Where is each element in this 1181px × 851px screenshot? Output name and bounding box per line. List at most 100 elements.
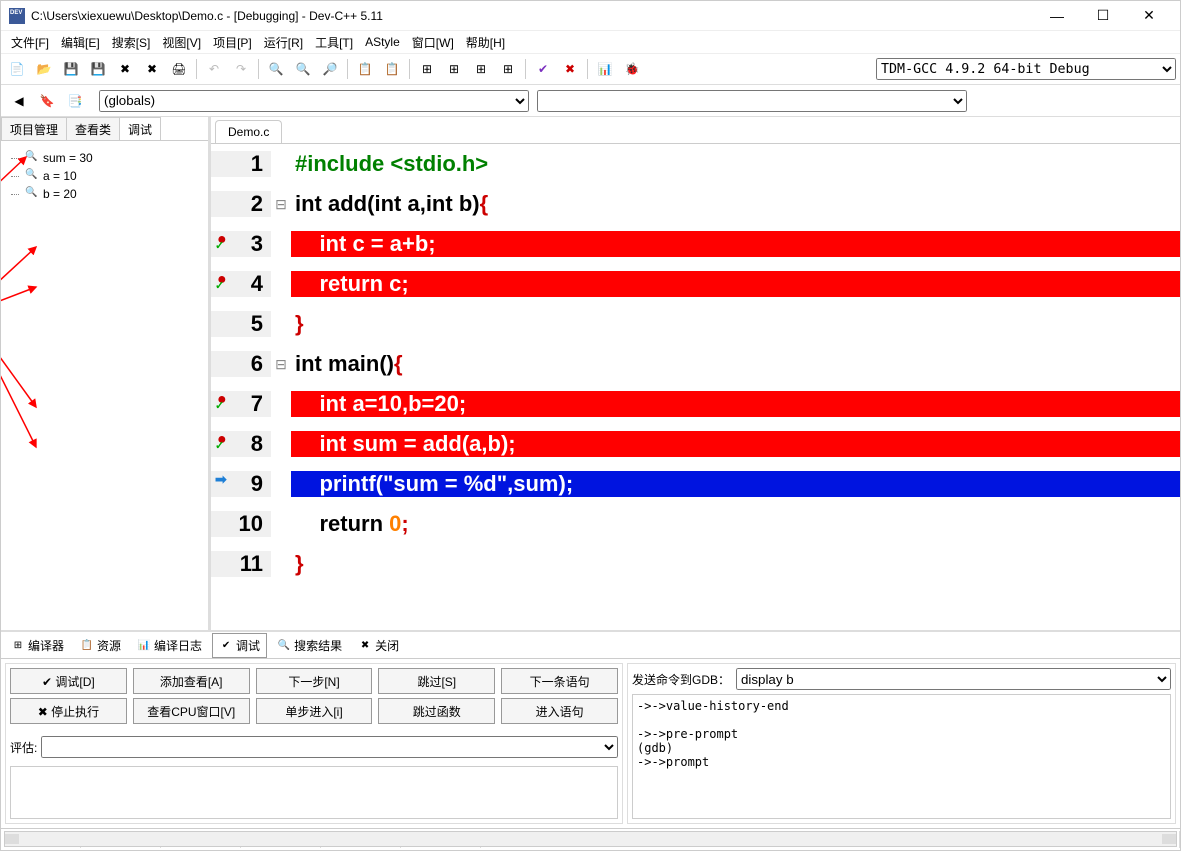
close-all-icon[interactable]: ✖: [140, 57, 164, 81]
code-line[interactable]: 2⊟int add(int a,int b){: [211, 184, 1180, 224]
editor-panel: Demo.c 1#include <stdio.h>2⊟int add(int …: [211, 117, 1180, 630]
new-file-icon[interactable]: 📄: [5, 57, 29, 81]
run-icon[interactable]: ⊞: [442, 57, 466, 81]
debug-button[interactable]: ✔ 调试[D]: [10, 668, 127, 694]
globals-select[interactable]: (globals): [99, 90, 529, 112]
debug-button[interactable]: 跳过[S]: [378, 668, 495, 694]
bottom-tab[interactable]: ✔ 调试: [212, 633, 267, 658]
menu-item[interactable]: 工具[T]: [309, 32, 359, 53]
debug-button[interactable]: 添加查看[A]: [133, 668, 250, 694]
main-area: 项目管理查看类调试 sum = 30a = 10b = 20 监控的所有变量 断…: [1, 117, 1180, 630]
goto2-icon[interactable]: 📋: [380, 57, 404, 81]
eval-output: [10, 766, 618, 819]
code-line[interactable]: 11}: [211, 544, 1180, 584]
debug-panel: ✔ 调试[D]添加查看[A]下一步[N]跳过[S]下一条语句 ✖ 停止执行查看C…: [1, 658, 1180, 828]
eval-label: 评估:: [10, 739, 37, 756]
menu-item[interactable]: 文件[F]: [5, 32, 55, 53]
debug-button[interactable]: 下一步[N]: [256, 668, 373, 694]
find-files-icon[interactable]: 🔎: [318, 57, 342, 81]
goto-icon[interactable]: 📋: [353, 57, 377, 81]
left-tab[interactable]: 调试: [119, 117, 161, 140]
code-line[interactable]: 5}: [211, 304, 1180, 344]
menu-item[interactable]: 项目[P]: [207, 32, 258, 53]
bottom-tab[interactable]: ⊞ 编译器: [5, 634, 70, 657]
left-tab[interactable]: 查看类: [66, 117, 120, 140]
bottom-tabs: ⊞ 编译器📋 资源📊 编译日志✔ 调试🔍 搜索结果✖ 关闭: [1, 630, 1180, 658]
menu-item[interactable]: 窗口[W]: [406, 32, 460, 53]
debug-controls: ✔ 调试[D]添加查看[A]下一步[N]跳过[S]下一条语句 ✖ 停止执行查看C…: [5, 663, 623, 824]
minimize-button[interactable]: —: [1034, 2, 1080, 30]
debug-button[interactable]: 查看CPU窗口[V]: [133, 698, 250, 724]
bottom-tab[interactable]: 🔍 搜索结果: [271, 634, 348, 657]
code-line[interactable]: 10 return 0;: [211, 504, 1180, 544]
open-icon[interactable]: 📂: [32, 57, 56, 81]
find-icon[interactable]: 🔍: [264, 57, 288, 81]
magnify-icon: [25, 151, 39, 165]
compile-run-icon[interactable]: ⊞: [469, 57, 493, 81]
magnify-icon: [25, 169, 39, 183]
code-line[interactable]: 4 return c;: [211, 264, 1180, 304]
debug-button[interactable]: 进入语句: [501, 698, 618, 724]
watch-item[interactable]: sum = 30: [5, 149, 204, 167]
left-tab[interactable]: 项目管理: [1, 117, 67, 140]
code-line[interactable]: 3 int c = a+b;: [211, 224, 1180, 264]
replace-icon[interactable]: 🔍: [291, 57, 315, 81]
stop-icon[interactable]: ✖: [558, 57, 582, 81]
maximize-button[interactable]: ☐: [1080, 2, 1126, 30]
profile-icon[interactable]: 📊: [593, 57, 617, 81]
menubar: 文件[F]编辑[E]搜索[S]视图[V]项目[P]运行[R]工具[T]AStyl…: [1, 31, 1180, 53]
code-line[interactable]: 9 printf("sum = %d",sum);: [211, 464, 1180, 504]
gdb-output: ->->value-history-end ->->pre-prompt (gd…: [632, 694, 1171, 819]
undo-icon[interactable]: ↶: [202, 57, 226, 81]
save-icon[interactable]: 💾: [59, 57, 83, 81]
debug-button[interactable]: 下一条语句: [501, 668, 618, 694]
save-all-icon[interactable]: 💾: [86, 57, 110, 81]
watch-item[interactable]: b = 20: [5, 185, 204, 203]
debug-button[interactable]: 跳过函数: [378, 698, 495, 724]
menu-item[interactable]: 编辑[E]: [55, 32, 106, 53]
code-line[interactable]: 8 int sum = add(a,b);: [211, 424, 1180, 464]
menu-item[interactable]: 帮助[H]: [460, 32, 511, 53]
debug-button[interactable]: ✖ 停止执行: [10, 698, 127, 724]
secondary-toolbar: ◀ 🔖 📑 (globals): [1, 85, 1180, 117]
back-icon[interactable]: ◀: [7, 89, 31, 113]
debug-button[interactable]: 单步进入[i]: [256, 698, 373, 724]
debug-icon[interactable]: ✔: [531, 57, 555, 81]
code-line[interactable]: 6⊟int main(){: [211, 344, 1180, 384]
compiler-select[interactable]: TDM-GCC 4.9.2 64-bit Debug: [876, 58, 1176, 80]
close-button[interactable]: ✕: [1126, 2, 1172, 30]
gdb-label: 发送命令到GDB：: [632, 671, 730, 688]
rebuild-icon[interactable]: ⊞: [496, 57, 520, 81]
goto-line-icon[interactable]: 📑: [63, 89, 87, 113]
app-icon: [9, 8, 25, 24]
bottom-tab[interactable]: 📋 资源: [74, 634, 127, 657]
code-line[interactable]: 1#include <stdio.h>: [211, 144, 1180, 184]
bottom-tab[interactable]: ✖ 关闭: [352, 634, 405, 657]
menu-item[interactable]: 视图[V]: [156, 32, 207, 53]
bookmark-icon[interactable]: 🔖: [35, 89, 59, 113]
menu-item[interactable]: 搜索[S]: [106, 32, 157, 53]
gdb-command-input[interactable]: display b: [736, 668, 1171, 690]
magnify-icon: [25, 187, 39, 201]
left-tabs: 项目管理查看类调试: [1, 117, 208, 141]
bottom-tab[interactable]: 📊 编译日志: [131, 634, 208, 657]
window-title: C:\Users\xiexuewu\Desktop\Demo.c - [Debu…: [31, 9, 1034, 23]
close-file-icon[interactable]: ✖: [113, 57, 137, 81]
file-tabs: Demo.c: [211, 117, 1180, 143]
eval-input[interactable]: [41, 736, 618, 758]
main-toolbar: 📄 📂 💾 💾 ✖ ✖ 🖨 ↶ ↷ 🔍 🔍 🔎 📋 📋 ⊞ ⊞ ⊞ ⊞ ✔ ✖ …: [1, 53, 1180, 85]
code-editor[interactable]: 1#include <stdio.h>2⊟int add(int a,int b…: [211, 143, 1180, 630]
left-panel: 项目管理查看类调试 sum = 30a = 10b = 20: [1, 117, 211, 630]
watch-item[interactable]: a = 10: [5, 167, 204, 185]
titlebar: C:\Users\xiexuewu\Desktop\Demo.c - [Debu…: [1, 1, 1180, 31]
profile2-icon[interactable]: 🐞: [620, 57, 644, 81]
gdb-console: 发送命令到GDB： display b ->->value-history-en…: [627, 663, 1176, 824]
menu-item[interactable]: 运行[R]: [258, 32, 309, 53]
menu-item[interactable]: AStyle: [359, 33, 406, 51]
print-icon[interactable]: 🖨: [167, 57, 191, 81]
redo-icon[interactable]: ↷: [229, 57, 253, 81]
code-line[interactable]: 7 int a=10,b=20;: [211, 384, 1180, 424]
symbol-select[interactable]: [537, 90, 967, 112]
compile-icon[interactable]: ⊞: [415, 57, 439, 81]
file-tab-demo[interactable]: Demo.c: [215, 120, 282, 143]
